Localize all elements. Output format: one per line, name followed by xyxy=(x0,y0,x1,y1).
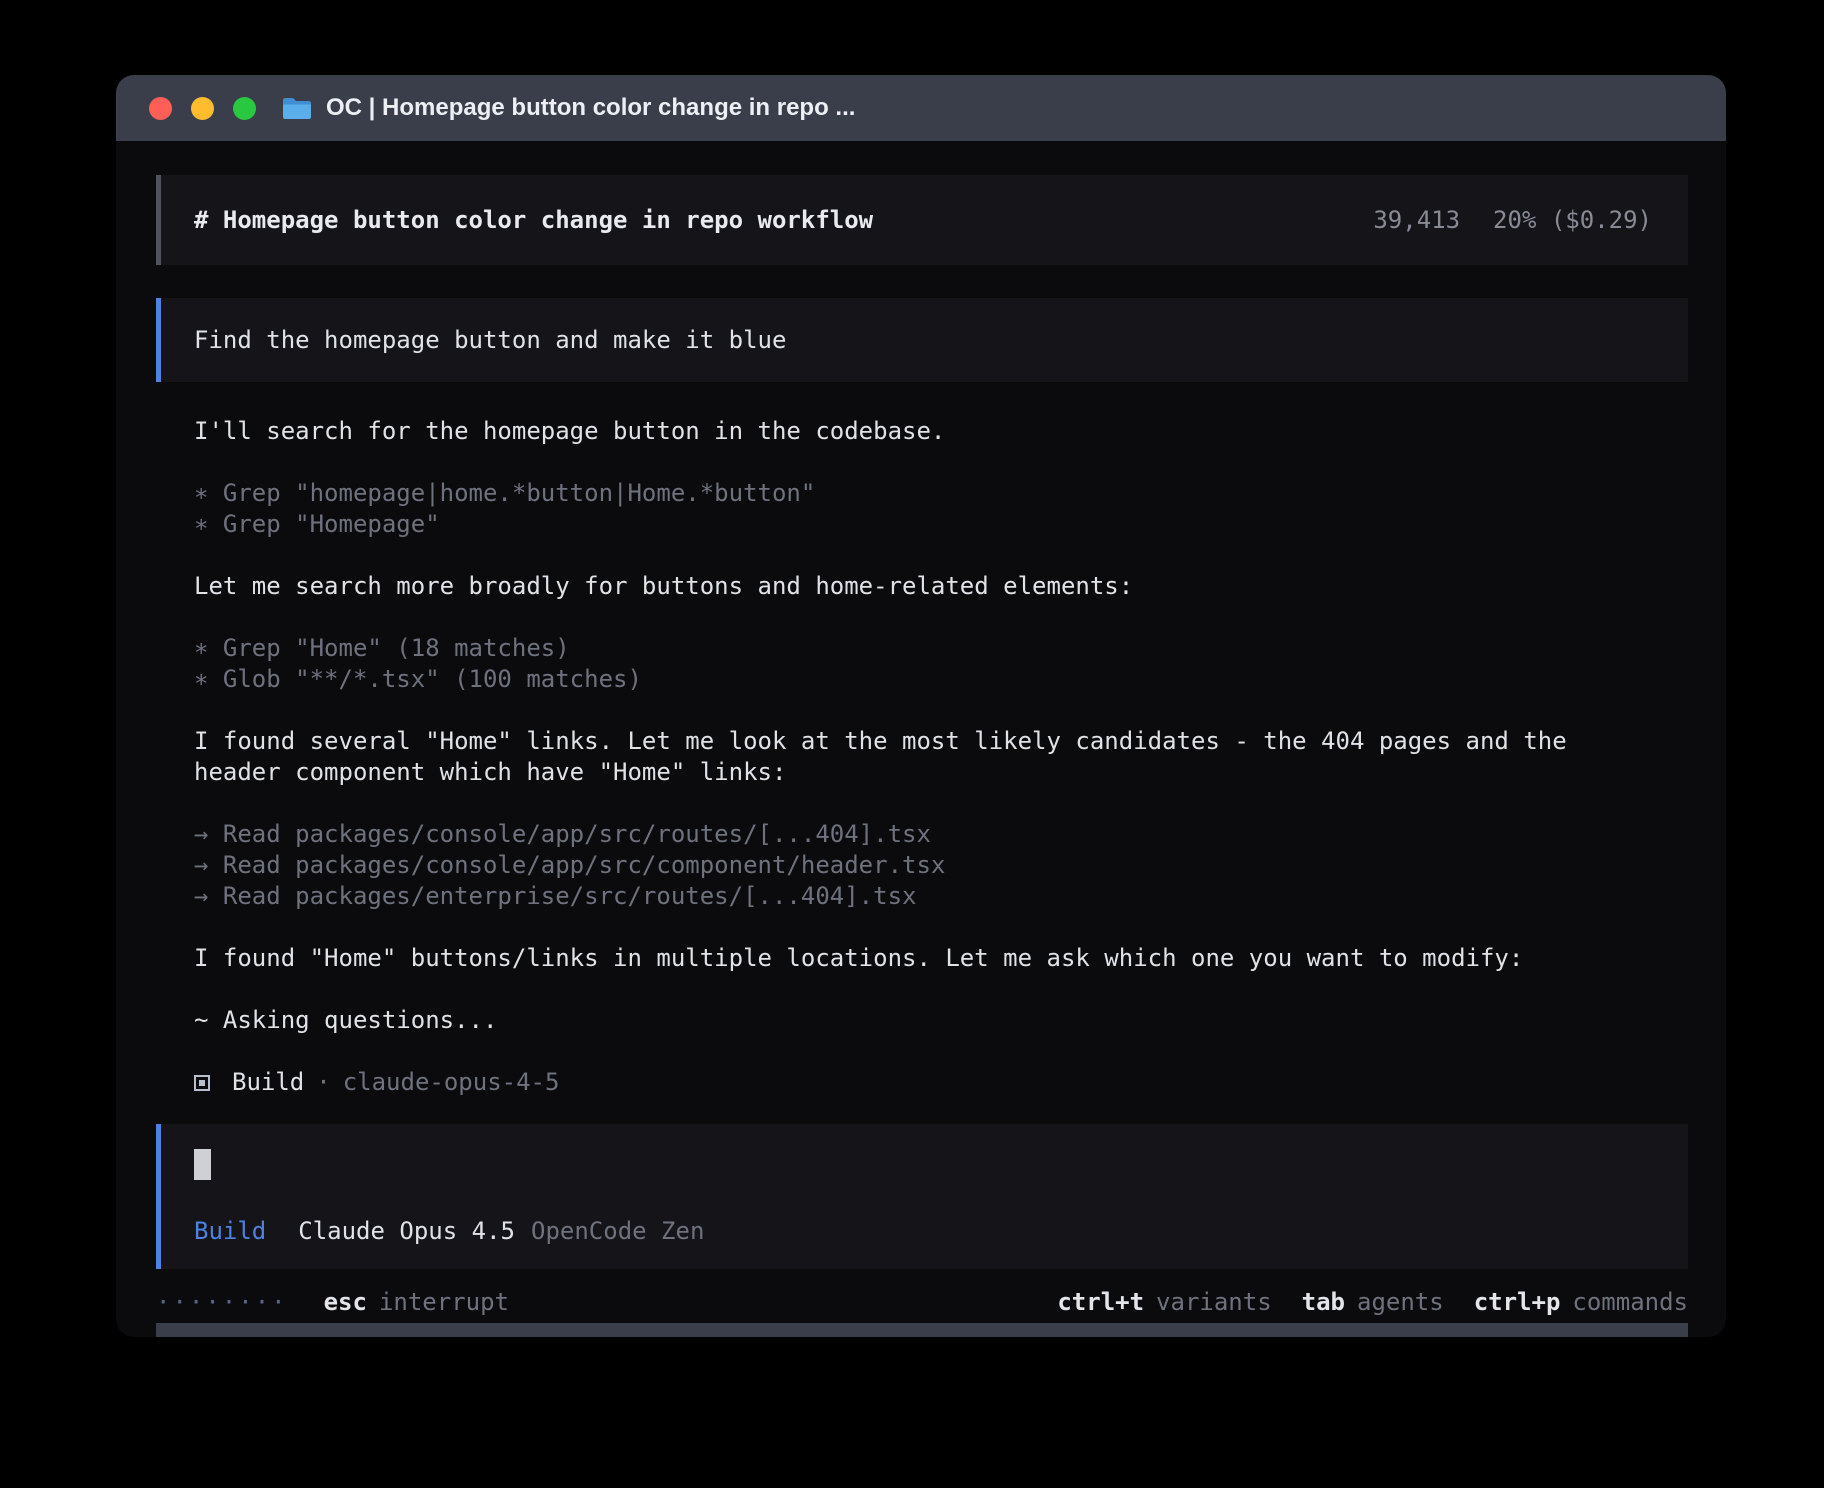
context-usage: 20% ($0.29) xyxy=(1493,206,1652,234)
tool-call-group: ∗ Grep "homepage|home.*button|Home.*butt… xyxy=(194,478,1688,540)
text-cursor xyxy=(194,1149,211,1180)
zoom-button[interactable] xyxy=(233,97,256,120)
folder-icon xyxy=(282,96,312,121)
input-meta: Build Claude Opus 4.5 OpenCode Zen xyxy=(194,1216,1688,1247)
session-title: # Homepage button color change in repo w… xyxy=(194,206,873,234)
assistant-status: ~ Asking questions... xyxy=(194,1005,1624,1036)
shortcut-agents: tab agents xyxy=(1302,1287,1444,1318)
transcript: I'll search for the homepage button in t… xyxy=(194,416,1688,1124)
shortcut-label: agents xyxy=(1357,1287,1444,1318)
prompt-input[interactable]: Build Claude Opus 4.5 OpenCode Zen xyxy=(156,1124,1688,1269)
shortcut-commands: ctrl+p commands xyxy=(1474,1287,1688,1318)
assistant-message: Let me search more broadly for buttons a… xyxy=(194,571,1624,602)
tool-call: ∗ Grep "Home" (18 matches) xyxy=(194,633,1688,664)
shortcut-key: tab xyxy=(1302,1287,1345,1318)
tool-call: ∗ Grep "Homepage" xyxy=(194,509,1688,540)
input-provider-label: OpenCode Zen xyxy=(531,1216,704,1247)
status-bar: ········ esc interrupt ctrl+t variants t… xyxy=(156,1287,1688,1318)
input-model-label: Claude Opus 4.5 xyxy=(298,1216,515,1247)
assistant-message: I found "Home" buttons/links in multiple… xyxy=(194,943,1624,974)
spinner-dots: ········ xyxy=(156,1287,288,1318)
titlebar: OC | Homepage button color change in rep… xyxy=(116,75,1726,141)
window-bottom-edge xyxy=(156,1323,1688,1337)
tool-call-group: ∗ Grep "Home" (18 matches) ∗ Glob "**/*.… xyxy=(194,633,1688,695)
tool-call: → Read packages/console/app/src/routes/[… xyxy=(194,819,1688,850)
traffic-lights xyxy=(149,97,256,120)
tool-call: ∗ Glob "**/*.tsx" (100 matches) xyxy=(194,664,1688,695)
shortcut-key: ctrl+t xyxy=(1057,1287,1144,1318)
session-header: # Homepage button color change in repo w… xyxy=(156,175,1688,265)
shortcut-key: esc xyxy=(324,1287,367,1318)
agent-icon xyxy=(194,1075,210,1091)
window-title: OC | Homepage button color change in rep… xyxy=(326,94,855,122)
agent-separator: · xyxy=(316,1067,330,1098)
agent-name: Build xyxy=(232,1067,304,1098)
user-message: Find the homepage button and make it blu… xyxy=(156,298,1688,382)
assistant-message: I found several "Home" links. Let me loo… xyxy=(194,726,1624,788)
user-message-text: Find the homepage button and make it blu… xyxy=(194,326,786,354)
terminal-content: # Homepage button color change in repo w… xyxy=(116,141,1726,1337)
shortcut-label: variants xyxy=(1156,1287,1272,1318)
tool-call-group: → Read packages/console/app/src/routes/[… xyxy=(194,819,1688,912)
shortcut-label: interrupt xyxy=(379,1287,509,1318)
shortcut-variants: ctrl+t variants xyxy=(1057,1287,1271,1318)
shortcut-label: commands xyxy=(1572,1287,1688,1318)
assistant-message: I'll search for the homepage button in t… xyxy=(194,416,1624,447)
session-stats: 39,413 20% ($0.29) xyxy=(1373,206,1652,234)
input-mode-label: Build xyxy=(194,1216,266,1247)
shortcut-interrupt: esc interrupt xyxy=(324,1287,509,1318)
shortcut-key: ctrl+p xyxy=(1474,1287,1561,1318)
tool-call: → Read packages/console/app/src/componen… xyxy=(194,850,1688,881)
close-button[interactable] xyxy=(149,97,172,120)
agent-status-row: Build · claude-opus-4-5 xyxy=(194,1067,1688,1098)
terminal-window: OC | Homepage button color change in rep… xyxy=(116,75,1726,1337)
minimize-button[interactable] xyxy=(191,97,214,120)
tool-call: → Read packages/enterprise/src/routes/[.… xyxy=(194,881,1688,912)
status-bar-right: ctrl+t variants tab agents ctrl+p comman… xyxy=(1057,1287,1688,1318)
tool-call: ∗ Grep "homepage|home.*button|Home.*butt… xyxy=(194,478,1688,509)
agent-model: claude-opus-4-5 xyxy=(343,1067,560,1098)
token-count: 39,413 xyxy=(1373,206,1460,234)
